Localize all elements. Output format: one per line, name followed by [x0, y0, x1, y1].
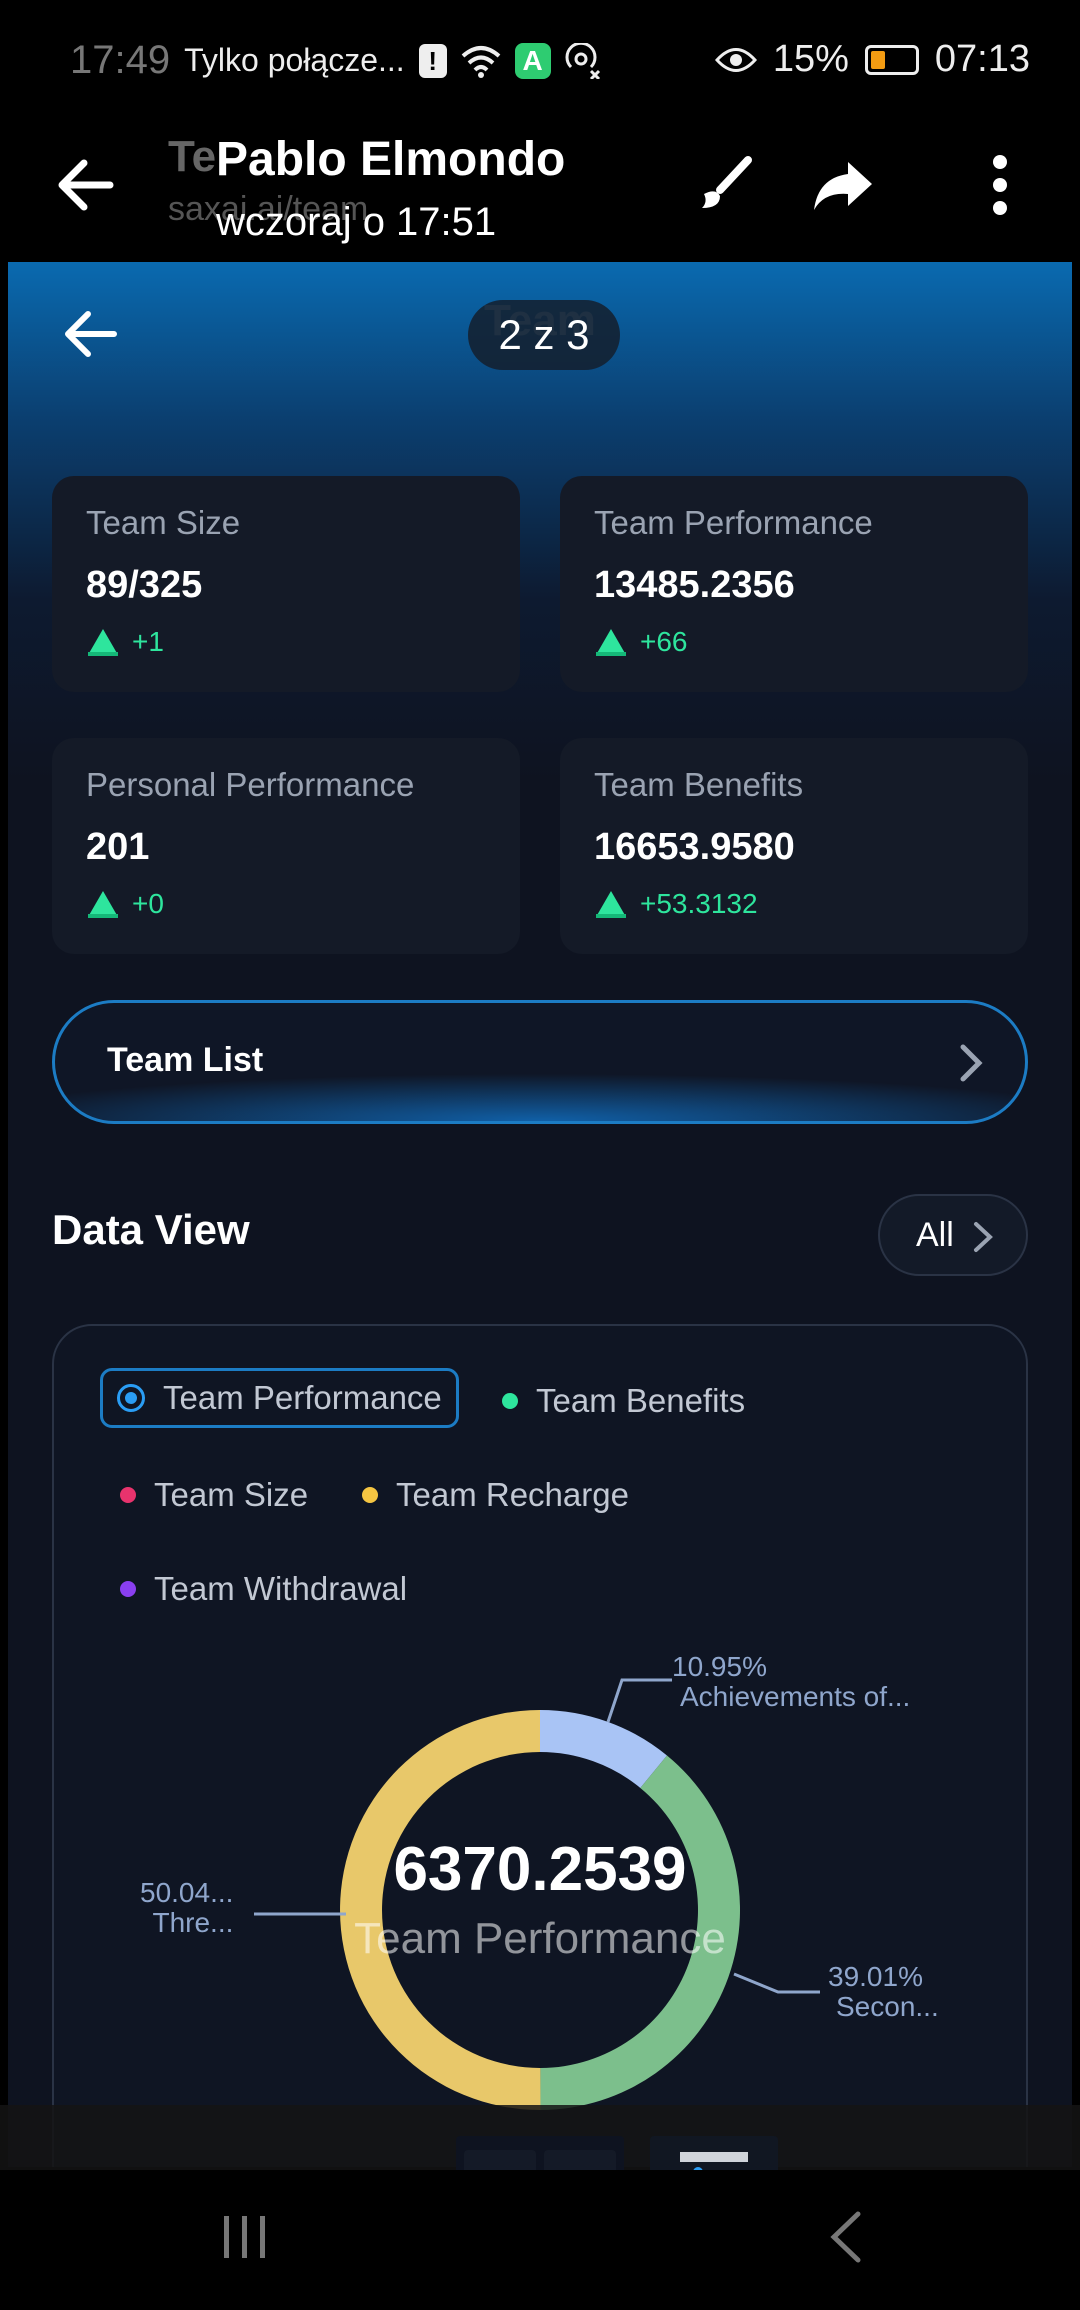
nav-back-icon[interactable] — [820, 2210, 874, 2264]
card-value: 13485.2356 — [594, 564, 795, 606]
callout-name: Achievements of... — [680, 1681, 911, 1712]
filter-label: Team Performance — [163, 1379, 442, 1416]
filter-label: Team Withdrawal — [154, 1570, 408, 1607]
team-list-label: Team List — [107, 1041, 264, 1079]
image-counter: 2 z 3 — [468, 300, 620, 370]
trend-up-icon — [596, 891, 626, 918]
sender-name: Pablo Elmondo — [216, 133, 566, 186]
card-label: Personal Performance — [86, 766, 415, 803]
callout-percent: 39.01% — [828, 1961, 923, 1992]
donut-center-value: 6370.2539 — [393, 1835, 687, 1904]
team-list-button[interactable]: Team List — [52, 1000, 1028, 1124]
hotspot-icon — [565, 42, 600, 79]
card-value: 89/325 — [86, 564, 203, 606]
legend-dot — [120, 1581, 136, 1597]
filter-team-benefits[interactable]: Team Benefits — [502, 1382, 745, 1420]
filter-team-withdrawal[interactable]: Team Withdrawal — [120, 1570, 407, 1608]
card-label: Team Benefits — [594, 766, 804, 803]
status-time: 07:13 — [934, 38, 1030, 80]
data-view-title: Data View — [52, 1206, 250, 1253]
callout-second: 39.01% Secon... — [828, 1962, 939, 2022]
card-label: Team Size — [86, 504, 241, 541]
system-nav-bar — [0, 2170, 1080, 2310]
all-button[interactable]: All — [878, 1194, 1028, 1276]
trend-up-icon — [88, 891, 118, 918]
radio-selected-icon — [117, 1384, 145, 1412]
status-bar: 17:49 Tylko połącze... ! A 15% 07:13 — [0, 0, 1080, 120]
filter-label: Team Size — [154, 1476, 309, 1513]
card-team-size: Team Size 89/325 +1 — [52, 476, 520, 692]
card-label: Team Performance — [594, 504, 873, 541]
eye-icon — [714, 47, 757, 72]
recent-apps-icon[interactable] — [218, 2210, 272, 2264]
data-view-panel — [52, 1324, 1028, 2167]
alert-icon: ! — [418, 43, 447, 78]
callout-percent: 10.95% — [672, 1651, 767, 1682]
filter-team-size[interactable]: Team Size — [120, 1476, 308, 1514]
filter-label: Team Benefits — [536, 1382, 746, 1419]
legend-dot — [362, 1487, 378, 1503]
ghost-page-title: Te — [168, 132, 217, 181]
sent-date: wczoraj o 17:51 — [216, 200, 497, 244]
donut-center-label: Team Performance — [354, 1914, 726, 1963]
legend-dot — [502, 1393, 518, 1409]
chevron-right-icon — [974, 1222, 993, 1252]
card-team-benefits: Team Benefits 16653.9580 +53.3132 — [560, 738, 1028, 954]
back-arrow-icon[interactable] — [50, 150, 120, 220]
battery-icon — [864, 44, 919, 75]
status-time-ghost: 17:49 — [70, 38, 171, 82]
viewer-header: Te saxai.ai/team Pablo Elmondo wczoraj o… — [0, 120, 1080, 260]
callout-name: Secon... — [836, 1991, 939, 2022]
trend-up-icon — [88, 629, 118, 656]
card-personal-performance: Personal Performance 201 +0 — [52, 738, 520, 954]
card-value: 201 — [86, 826, 150, 868]
filter-team-performance[interactable]: Team Performance — [100, 1368, 459, 1428]
card-delta: +66 — [640, 626, 688, 657]
callout-achievements: 10.95% Achievements of... — [672, 1652, 910, 1712]
all-label: All — [916, 1216, 954, 1254]
card-delta: +0 — [132, 888, 164, 919]
legend-dot — [120, 1487, 136, 1503]
more-options-icon[interactable] — [965, 150, 1035, 220]
card-value: 16653.9580 — [594, 826, 795, 868]
chevron-right-icon — [960, 1044, 983, 1082]
card-delta: +53.3132 — [640, 888, 758, 919]
card-delta: +1 — [132, 626, 164, 657]
wifi-icon — [461, 45, 500, 78]
edit-brush-icon[interactable] — [690, 150, 760, 220]
app-screen: Team 2 z 3 Team Size 89/325 +1 Team Perf… — [8, 262, 1072, 2167]
trend-up-icon — [596, 629, 626, 656]
battery-percent: 15% — [772, 38, 849, 80]
forward-icon[interactable] — [808, 150, 878, 220]
filter-label: Team Recharge — [396, 1476, 629, 1513]
card-team-performance: Team Performance 13485.2356 +66 — [560, 476, 1028, 692]
filter-team-recharge[interactable]: Team Recharge — [362, 1476, 629, 1514]
app-notification-icon: A — [514, 42, 551, 79]
status-carrier: Tylko połącze... — [184, 42, 405, 78]
